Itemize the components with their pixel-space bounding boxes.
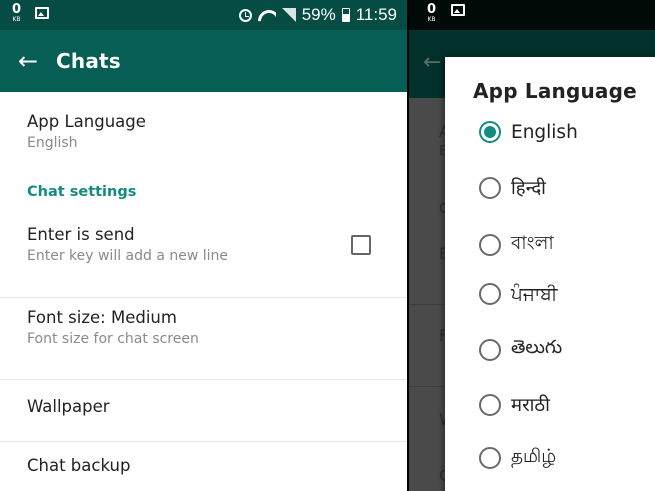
- setting-app-language[interactable]: App Language English: [0, 92, 407, 182]
- section-header-chat-settings: Chat settings: [27, 184, 137, 200]
- setting-title: Wallpaper: [27, 397, 110, 416]
- clock: 11:59: [355, 5, 397, 24]
- chats-settings-screen: 0 KB 59% 11:59 ← Chats App Language Engl…: [0, 0, 407, 491]
- language-option-telugu[interactable]: తెలుగు: [479, 337, 562, 362]
- data-speed-value: 0: [427, 2, 437, 17]
- dialog-title: App Language: [473, 79, 637, 103]
- option-label: தமிழ்: [511, 446, 557, 467]
- status-bar: 0 KB 59% 11:59: [0, 0, 407, 30]
- radio-icon[interactable]: [479, 338, 501, 361]
- radio-icon[interactable]: [479, 446, 501, 469]
- data-speed-indicator: 0 KB: [427, 3, 436, 23]
- data-speed-value: 0: [12, 2, 22, 17]
- setting-subtitle: Font size for chat screen: [27, 331, 199, 347]
- option-label: मराठी: [511, 395, 550, 416]
- wifi-icon: [258, 8, 276, 22]
- back-arrow-icon: ←: [423, 50, 442, 75]
- setting-enter-is-send[interactable]: Enter is send Enter key will add a new l…: [0, 216, 407, 298]
- radio-selected-icon[interactable]: [479, 121, 501, 143]
- dimmed-divider: [409, 304, 449, 305]
- option-label: ਪੰਜਾਬੀ: [511, 283, 558, 305]
- data-speed-unit: KB: [427, 16, 436, 23]
- setting-font-size[interactable]: Font size: Medium Font size for chat scr…: [0, 298, 407, 380]
- setting-title: Chat backup: [27, 456, 131, 475]
- setting-subtitle: Enter key will add a new line: [27, 248, 229, 264]
- option-label: English: [511, 121, 578, 143]
- image-notification-icon: [451, 4, 465, 16]
- page-title: Chats: [56, 49, 121, 73]
- radio-icon[interactable]: [479, 393, 501, 416]
- language-dialog-screen: 0 KB ← A E C E F W C App Language Englis…: [409, 0, 655, 491]
- language-option-bengali[interactable]: বাংলা: [479, 229, 554, 260]
- setting-title: App Language: [27, 112, 146, 131]
- settings-list: App Language English Chat settings Enter…: [0, 92, 407, 491]
- option-label: বাংলা: [511, 233, 554, 254]
- radio-icon[interactable]: [479, 176, 501, 199]
- signal-icon: [281, 8, 296, 22]
- battery-percent: 59%: [301, 5, 336, 24]
- language-option-marathi[interactable]: मराठी: [479, 392, 550, 417]
- option-label: हिन्दी: [511, 178, 546, 199]
- language-option-english[interactable]: English: [479, 121, 578, 143]
- data-speed-indicator: 0 KB: [12, 3, 21, 23]
- battery-icon: [341, 8, 350, 22]
- image-notification-icon: [35, 7, 50, 19]
- dimmed-divider: [409, 386, 449, 387]
- data-speed-unit: KB: [12, 16, 21, 23]
- language-option-punjabi[interactable]: ਪੰਜਾਬੀ: [479, 283, 557, 305]
- setting-wallpaper[interactable]: Wallpaper: [0, 380, 407, 442]
- setting-chat-backup[interactable]: Chat backup: [0, 442, 407, 491]
- app-language-dialog: App Language English हिन्दी বাংলা ਪੰਜਾਬੀ…: [445, 57, 655, 491]
- language-option-hindi[interactable]: हिन्दी: [479, 175, 546, 200]
- option-label: తెలుగు: [511, 337, 563, 358]
- setting-title: Font size: Medium: [27, 308, 177, 327]
- back-arrow-icon[interactable]: ←: [0, 30, 56, 92]
- setting-title: Enter is send: [27, 225, 135, 244]
- enter-is-send-checkbox[interactable]: [351, 235, 371, 255]
- app-bar: ← Chats: [0, 30, 407, 92]
- setting-value: English: [27, 135, 78, 151]
- radio-icon[interactable]: [479, 233, 501, 256]
- status-bar-dimmed: 0 KB: [409, 0, 655, 30]
- radio-icon[interactable]: [479, 283, 501, 305]
- language-option-tamil[interactable]: தமிழ்: [479, 446, 556, 469]
- alarm-icon: [238, 8, 252, 22]
